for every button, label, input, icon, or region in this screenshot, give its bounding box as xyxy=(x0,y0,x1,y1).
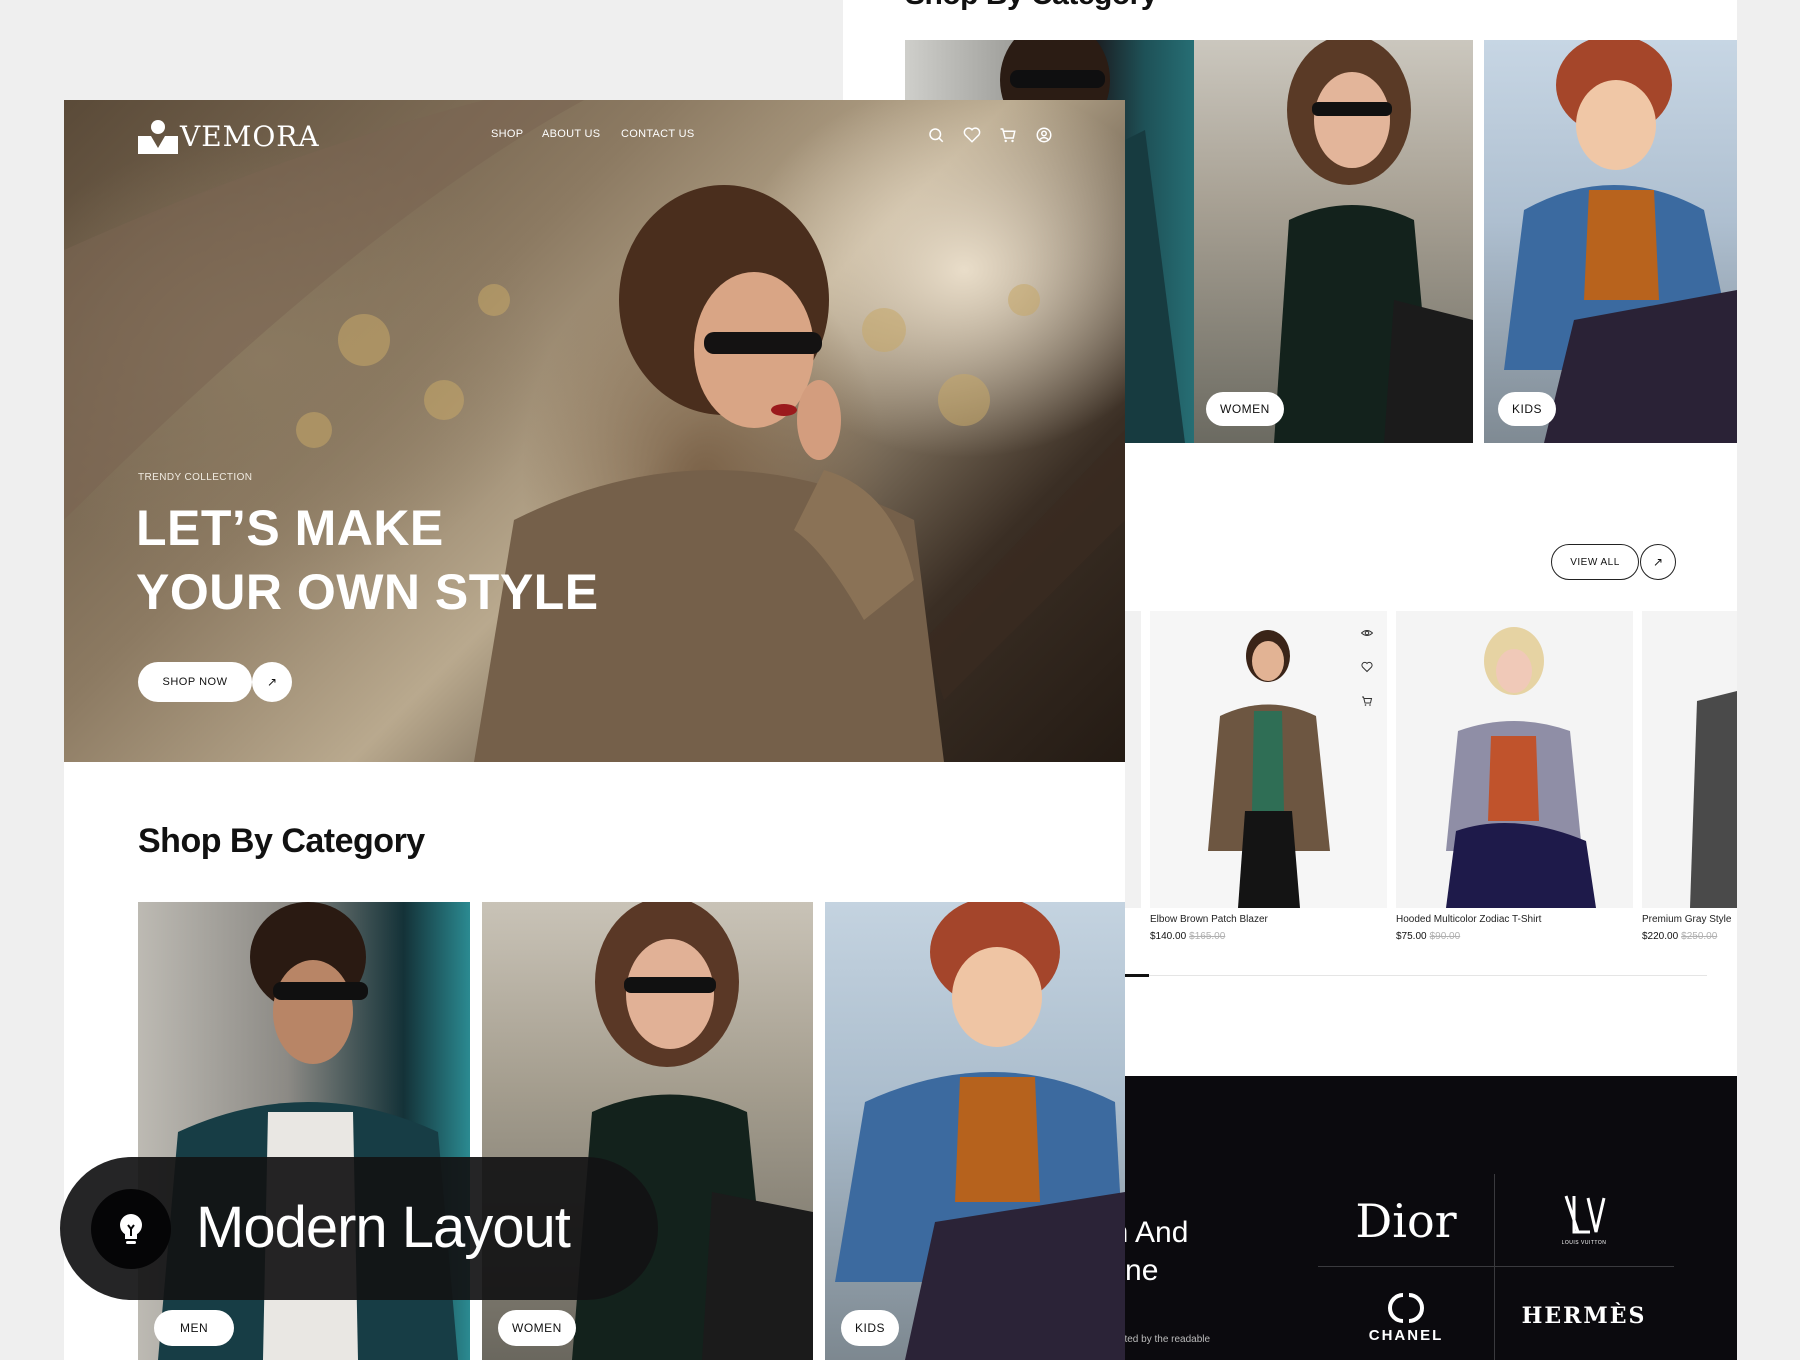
brand-logo-louis-vuitton[interactable]: LOUIS VUITTON xyxy=(1495,1181,1673,1259)
category-card-kids-back[interactable]: KIDS xyxy=(1484,40,1737,443)
nav-shop[interactable]: SHOP xyxy=(491,128,523,140)
user-account-icon[interactable] xyxy=(1035,126,1053,144)
hero-banner: VEMORA SHOP ABOUT US CONTACT US TRENDY C… xyxy=(64,100,1125,762)
product-card-2[interactable] xyxy=(1396,611,1633,908)
product-old-price: $165.00 xyxy=(1189,931,1226,942)
category-pill-women[interactable]: WOMEN xyxy=(498,1310,576,1346)
chanel-cc-icon xyxy=(1388,1292,1424,1323)
quick-view-eye-icon[interactable] xyxy=(1359,625,1375,641)
heart-icon[interactable] xyxy=(963,126,981,144)
category-card-women-back[interactable]: WOMEN xyxy=(1194,40,1473,443)
product-card-3[interactable] xyxy=(1642,611,1737,908)
product-name: Premium Gray Style xyxy=(1642,914,1732,925)
shop-now-arrow-button[interactable]: ↗ xyxy=(252,662,292,702)
arrow-up-right-icon: ↗ xyxy=(266,675,278,689)
view-all-button[interactable]: VIEW ALL xyxy=(1551,544,1639,580)
nav-about-us[interactable]: ABOUT US xyxy=(542,128,600,140)
category-pill-kids-back[interactable]: KIDS xyxy=(1498,392,1557,426)
product-old-price: $90.00 xyxy=(1429,931,1461,942)
section-title: Shop By Category xyxy=(138,822,425,860)
brand-logo-hermes[interactable]: HERMÈS xyxy=(1495,1276,1673,1356)
category-pill-women-back[interactable]: WOMEN xyxy=(1206,392,1284,426)
category-pill-men[interactable]: MEN xyxy=(154,1310,235,1346)
search-icon[interactable] xyxy=(927,126,945,144)
category-pill-kids[interactable]: KIDS xyxy=(841,1310,900,1346)
shop-now-button[interactable]: SHOP NOW xyxy=(138,662,252,702)
vemora-logo-icon xyxy=(138,120,178,154)
product-name: Hooded Multicolor Zodiac T-Shirt xyxy=(1396,914,1542,925)
product-price: $75.00 $90.00 xyxy=(1396,931,1461,942)
wishlist-heart-icon[interactable] xyxy=(1359,659,1375,675)
nav-contact-us[interactable]: CONTACT US xyxy=(621,128,695,140)
brand-name: VEMORA xyxy=(180,119,320,153)
arrow-up-right-icon: ↗ xyxy=(1652,555,1664,569)
category-card-kids[interactable]: KIDS xyxy=(825,902,1125,1360)
product-old-price: $250.00 xyxy=(1681,931,1718,942)
cart-icon[interactable] xyxy=(999,126,1017,144)
view-all-arrow-button[interactable]: ↗ xyxy=(1640,544,1676,580)
lv-monogram-icon xyxy=(1564,1195,1606,1234)
brand-logo[interactable]: VEMORA xyxy=(138,118,320,154)
hero-headline: LET’S MAKE YOUR OWN STYLE xyxy=(136,500,599,620)
feature-badge: Modern Layout xyxy=(60,1157,658,1300)
product-price: $140.00 $165.00 xyxy=(1150,931,1226,942)
lightbulb-icon xyxy=(91,1189,171,1269)
brand-logo-dior[interactable]: Dior xyxy=(1318,1186,1494,1256)
product-price: $220.00 $250.00 xyxy=(1642,931,1718,942)
feature-badge-label: Modern Layout xyxy=(196,1195,571,1260)
back-section-title: Shop By Category xyxy=(905,0,1158,12)
brand-grid-divider-h xyxy=(1318,1266,1674,1267)
add-to-cart-icon[interactable] xyxy=(1359,693,1375,709)
brand-logo-chanel[interactable]: CHANEL xyxy=(1318,1276,1494,1356)
product-card-1[interactable] xyxy=(1150,611,1387,908)
hero-eyebrow: TRENDY COLLECTION xyxy=(138,472,253,483)
product-name: Elbow Brown Patch Blazer xyxy=(1150,914,1268,925)
